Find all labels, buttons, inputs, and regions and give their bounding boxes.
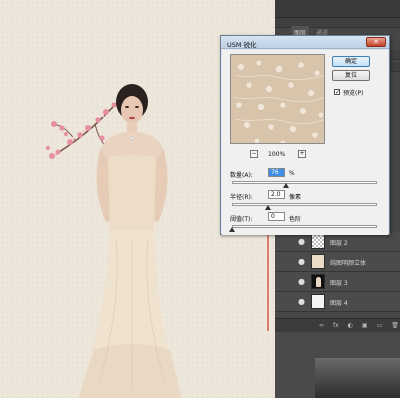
amount-param: 数量(A): 76 % <box>230 168 380 190</box>
layer-name: 纯图明颜立体 <box>330 260 367 267</box>
bride-figure <box>78 84 182 398</box>
zoom-out-button[interactable]: − <box>250 150 258 158</box>
layers-footer: ∞ fx ◐ ▣ ▭ 🗑 <box>275 318 400 332</box>
layer-thumbnail <box>311 234 325 249</box>
threshold-label: 阈值(T): <box>230 216 253 223</box>
threshold-unit: 色阶 <box>289 216 302 223</box>
layer-name: 图层 4 <box>330 300 348 307</box>
amount-slider-track[interactable] <box>232 181 377 184</box>
mask-icon[interactable]: ▣ <box>362 322 368 332</box>
lace-texture <box>231 55 324 143</box>
panel-gradient-block <box>315 358 400 398</box>
dialog-titlebar[interactable]: USM 锐化 ✕ <box>221 36 389 49</box>
amount-slider-thumb[interactable] <box>282 183 289 188</box>
ok-button[interactable]: 确定 <box>332 56 370 67</box>
radius-slider-thumb[interactable] <box>265 205 272 210</box>
radius-unit: 像素 <box>289 194 302 201</box>
radius-param: 半径(R): 2.0 像素 <box>230 190 380 212</box>
threshold-input[interactable]: 0 <box>268 212 285 221</box>
amount-input[interactable]: 76 <box>268 168 285 177</box>
reset-button[interactable]: 复位 <box>332 70 370 81</box>
radius-input[interactable]: 2.0 <box>268 190 285 199</box>
threshold-slider-track[interactable] <box>232 225 377 228</box>
threshold-param: 阈值(T): 0 色阶 <box>229 212 380 234</box>
layer-row[interactable]: ● 图层 4 <box>275 292 400 312</box>
radius-slider-track[interactable] <box>232 203 377 206</box>
fx-icon[interactable]: fx <box>333 322 339 332</box>
radius-label: 半径(R): <box>230 194 253 201</box>
trash-icon[interactable]: 🗑 <box>391 322 399 332</box>
layer-thumbnail <box>311 254 325 269</box>
zoom-in-button[interactable]: + <box>298 150 306 158</box>
layer-name: 图层 2 <box>330 240 348 247</box>
preview-image[interactable] <box>230 54 325 144</box>
adjustment-icon[interactable]: ◐ <box>348 322 353 332</box>
preview-checkbox-label: 预览(P) <box>343 90 364 97</box>
layer-row[interactable]: ● 纯图明颜立体 <box>275 252 400 272</box>
new-layer-icon[interactable]: ▭ <box>377 322 383 332</box>
amount-label: 数量(A): <box>230 172 253 179</box>
layer-row[interactable]: ● 图层 3 <box>275 272 400 292</box>
link-icon[interactable]: ∞ <box>319 322 324 332</box>
threshold-slider-thumb[interactable] <box>229 227 235 232</box>
layer-row[interactable]: ● 图层 2 <box>275 232 400 252</box>
dialog-body: − 100% + 确定 复位 ✓ 预览(P) 数量(A): 76 % 半径(R)… <box>222 50 388 235</box>
layers-list: ● 图层 2 ● 纯图明颜立体 ● 图层 3 ● 图层 4 <box>275 232 400 312</box>
layer-thumbnail <box>311 294 325 309</box>
preview-checkbox[interactable]: ✓ <box>334 89 340 96</box>
layer-thumbnail <box>311 274 325 289</box>
zoom-controls: − 100% + <box>230 150 325 160</box>
panel-top-strip <box>275 0 400 18</box>
eye-icon[interactable]: ● <box>297 237 306 246</box>
eye-icon[interactable]: ● <box>297 297 306 306</box>
panel-lower-area <box>275 332 400 398</box>
amount-unit: % <box>289 170 295 177</box>
zoom-level: 100% <box>268 151 286 158</box>
eye-icon[interactable]: ● <box>297 257 306 266</box>
close-icon[interactable]: ✕ <box>366 37 386 47</box>
eye-icon[interactable]: ● <box>297 277 306 286</box>
layer-name: 图层 3 <box>330 280 348 287</box>
usm-sharpen-dialog: USM 锐化 ✕ − 100% + 确定 复位 ✓ 预览(P) 数量(A): 7… <box>220 35 390 235</box>
dialog-title: USM 锐化 <box>227 41 257 49</box>
